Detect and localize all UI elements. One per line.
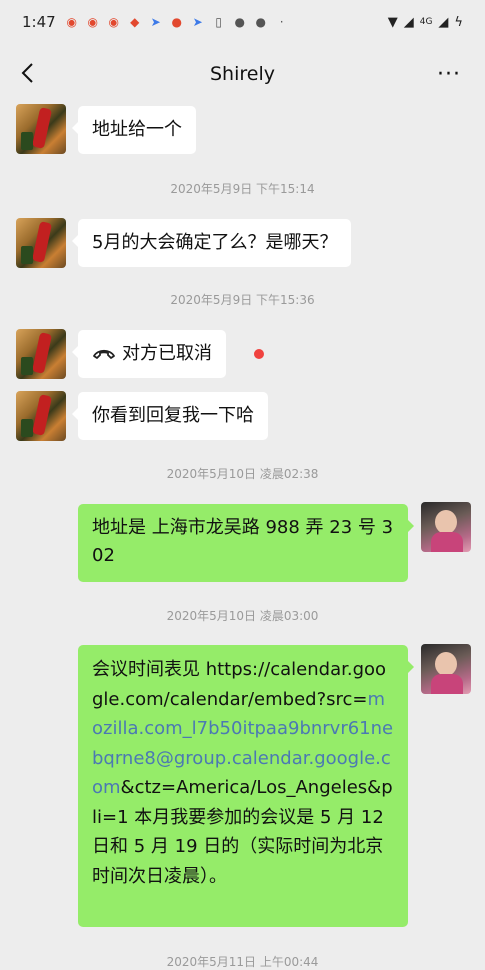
status-time: 1:47 bbox=[22, 13, 56, 31]
signal-icon: ◢ bbox=[438, 14, 449, 30]
battery-charging-icon: ϟ bbox=[454, 14, 463, 30]
contact-avatar[interactable] bbox=[16, 104, 66, 154]
search-icon: ● bbox=[234, 15, 245, 29]
message-bubble[interactable]: 会议时间表见 https://calendar.google.com/calen… bbox=[78, 645, 414, 927]
message-bubble[interactable]: 你看到回复我一下哈 bbox=[72, 392, 268, 440]
message-text: &ctz=America/Los_Angeles&pli=1 本月我要参加的会议… bbox=[92, 777, 393, 887]
weibo-icon: ◉ bbox=[66, 15, 77, 29]
contact-avatar[interactable] bbox=[16, 391, 66, 441]
status-right: ▼ ◢ 4G ◢ ϟ bbox=[388, 15, 463, 30]
timestamp: 2020年5月9日 下午15:14 bbox=[170, 182, 315, 196]
message-bubble[interactable]: 5月的大会确定了么？是哪天？ bbox=[71, 219, 352, 267]
sim-icon: ▯ bbox=[215, 15, 222, 29]
wifi-icon: ▼ bbox=[387, 14, 398, 30]
back-arrow-icon[interactable] bbox=[14, 58, 44, 88]
phone-hangup-icon bbox=[93, 349, 115, 359]
contact-avatar[interactable] bbox=[16, 218, 66, 268]
chat-title: Shirely bbox=[210, 63, 275, 85]
timestamp: 2020年5月10日 凌晨03:00 bbox=[166, 609, 319, 623]
message-bubble[interactable]: 地址是 上海市龙吴路 988 弄 23 号 302 bbox=[78, 504, 414, 582]
message-text: 会议时间表见 https://calendar.google.com/calen… bbox=[92, 659, 387, 710]
call-record-bubble[interactable]: 对方已取消 bbox=[72, 330, 226, 378]
chat-header: Shirely ··· bbox=[0, 44, 485, 104]
timestamp: 2020年5月10日 凌晨02:38 bbox=[166, 467, 319, 481]
status-bar: 1:47 ◉ ◉ ◉ ◆ ➤ ● ➤ ▯ ● ● · ▼ ◢ 4G ◢ ϟ bbox=[0, 0, 485, 44]
notification-icons: ◉ ◉ ◉ ◆ ➤ ● ➤ ▯ ● ● · bbox=[64, 14, 290, 30]
contact-avatar[interactable] bbox=[16, 329, 66, 379]
app-icon: ◆ bbox=[130, 15, 140, 29]
weibo-icon: ◉ bbox=[108, 15, 119, 29]
app-icon: ● bbox=[255, 15, 266, 29]
my-avatar[interactable] bbox=[421, 644, 471, 694]
network-type: 4G bbox=[419, 17, 433, 27]
telegram-icon: ➤ bbox=[150, 15, 161, 29]
message-bubble[interactable]: 地址给一个 bbox=[72, 106, 196, 154]
weibo-icon: ◉ bbox=[87, 15, 98, 29]
telegram-icon: ➤ bbox=[192, 15, 203, 29]
my-avatar[interactable] bbox=[421, 502, 471, 552]
signal-icon: ◢ bbox=[403, 14, 414, 30]
more-dot-icon: · bbox=[279, 15, 284, 29]
location-icon: ● bbox=[171, 15, 182, 29]
more-options-button[interactable]: ··· bbox=[437, 62, 461, 87]
timestamp: 2020年5月11日 上午00:44 bbox=[166, 955, 319, 969]
timestamp: 2020年5月9日 下午15:36 bbox=[170, 293, 315, 307]
unread-dot bbox=[254, 349, 264, 359]
call-status-text: 对方已取消 bbox=[122, 343, 212, 364]
